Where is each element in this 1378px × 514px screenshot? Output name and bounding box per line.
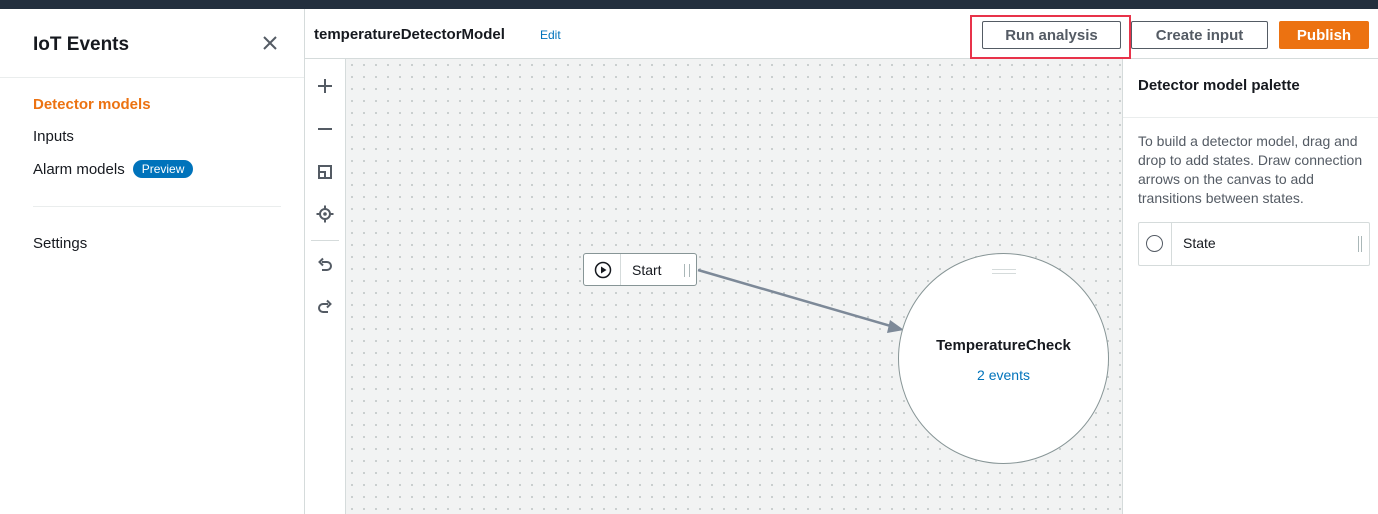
model-name: temperatureDetectorModel: [314, 26, 505, 43]
divider: [1123, 117, 1378, 118]
drag-handle-icon[interactable]: [684, 264, 690, 277]
run-analysis-button[interactable]: Run analysis: [982, 21, 1121, 49]
divider: [620, 254, 621, 285]
state-name: TemperatureCheck: [936, 337, 1071, 354]
publish-button[interactable]: Publish: [1279, 21, 1369, 49]
sidebar-item-settings[interactable]: Settings: [33, 235, 87, 252]
detector-model-canvas[interactable]: Start TemperatureCheck 2 events: [346, 59, 1123, 514]
divider: [311, 240, 339, 241]
palette-description: To build a detector model, drag and drop…: [1138, 133, 1363, 206]
detector-model-palette: Detector model palette To build a detect…: [1123, 59, 1378, 514]
sidebar-item-alarm-models[interactable]: Alarm models Preview: [33, 160, 194, 178]
play-icon: [594, 261, 612, 279]
zoom-out-icon[interactable]: [313, 117, 337, 141]
sidebar-item-label: Alarm models: [33, 161, 125, 178]
close-icon[interactable]: [258, 31, 282, 55]
edit-link[interactable]: Edit: [540, 28, 561, 42]
sidebar: IoT Events Detector models Inputs Alarm …: [0, 9, 304, 514]
fit-to-screen-icon[interactable]: [313, 160, 337, 184]
palette-item-label: State: [1183, 235, 1216, 251]
top-navigation-bar: [0, 0, 1378, 9]
state-events-link[interactable]: 2 events: [899, 367, 1108, 383]
drag-handle-icon[interactable]: [1358, 236, 1362, 252]
editor-header: temperatureDetectorModel Edit Run analys…: [305, 9, 1378, 59]
start-node[interactable]: Start: [583, 253, 697, 286]
state-node-temperature-check[interactable]: TemperatureCheck 2 events: [898, 253, 1109, 464]
sidebar-item-detector-models[interactable]: Detector models: [33, 96, 151, 113]
preview-badge: Preview: [132, 160, 194, 178]
zoom-in-icon[interactable]: [313, 74, 337, 98]
divider: [0, 77, 304, 78]
palette-title: Detector model palette: [1138, 77, 1300, 94]
divider: [33, 206, 281, 207]
start-label: Start: [632, 262, 662, 278]
state-circle-icon: [1146, 235, 1163, 252]
undo-icon[interactable]: [313, 253, 337, 277]
center-icon[interactable]: [313, 202, 337, 226]
sidebar-item-inputs[interactable]: Inputs: [33, 128, 74, 145]
drag-handle-icon[interactable]: [992, 269, 1016, 274]
sidebar-title: IoT Events: [33, 34, 130, 55]
canvas-toolbar: [305, 59, 346, 514]
create-input-button[interactable]: Create input: [1131, 21, 1268, 49]
palette-item-state[interactable]: State: [1138, 222, 1370, 266]
redo-icon[interactable]: [313, 295, 337, 319]
divider: [1171, 223, 1172, 265]
